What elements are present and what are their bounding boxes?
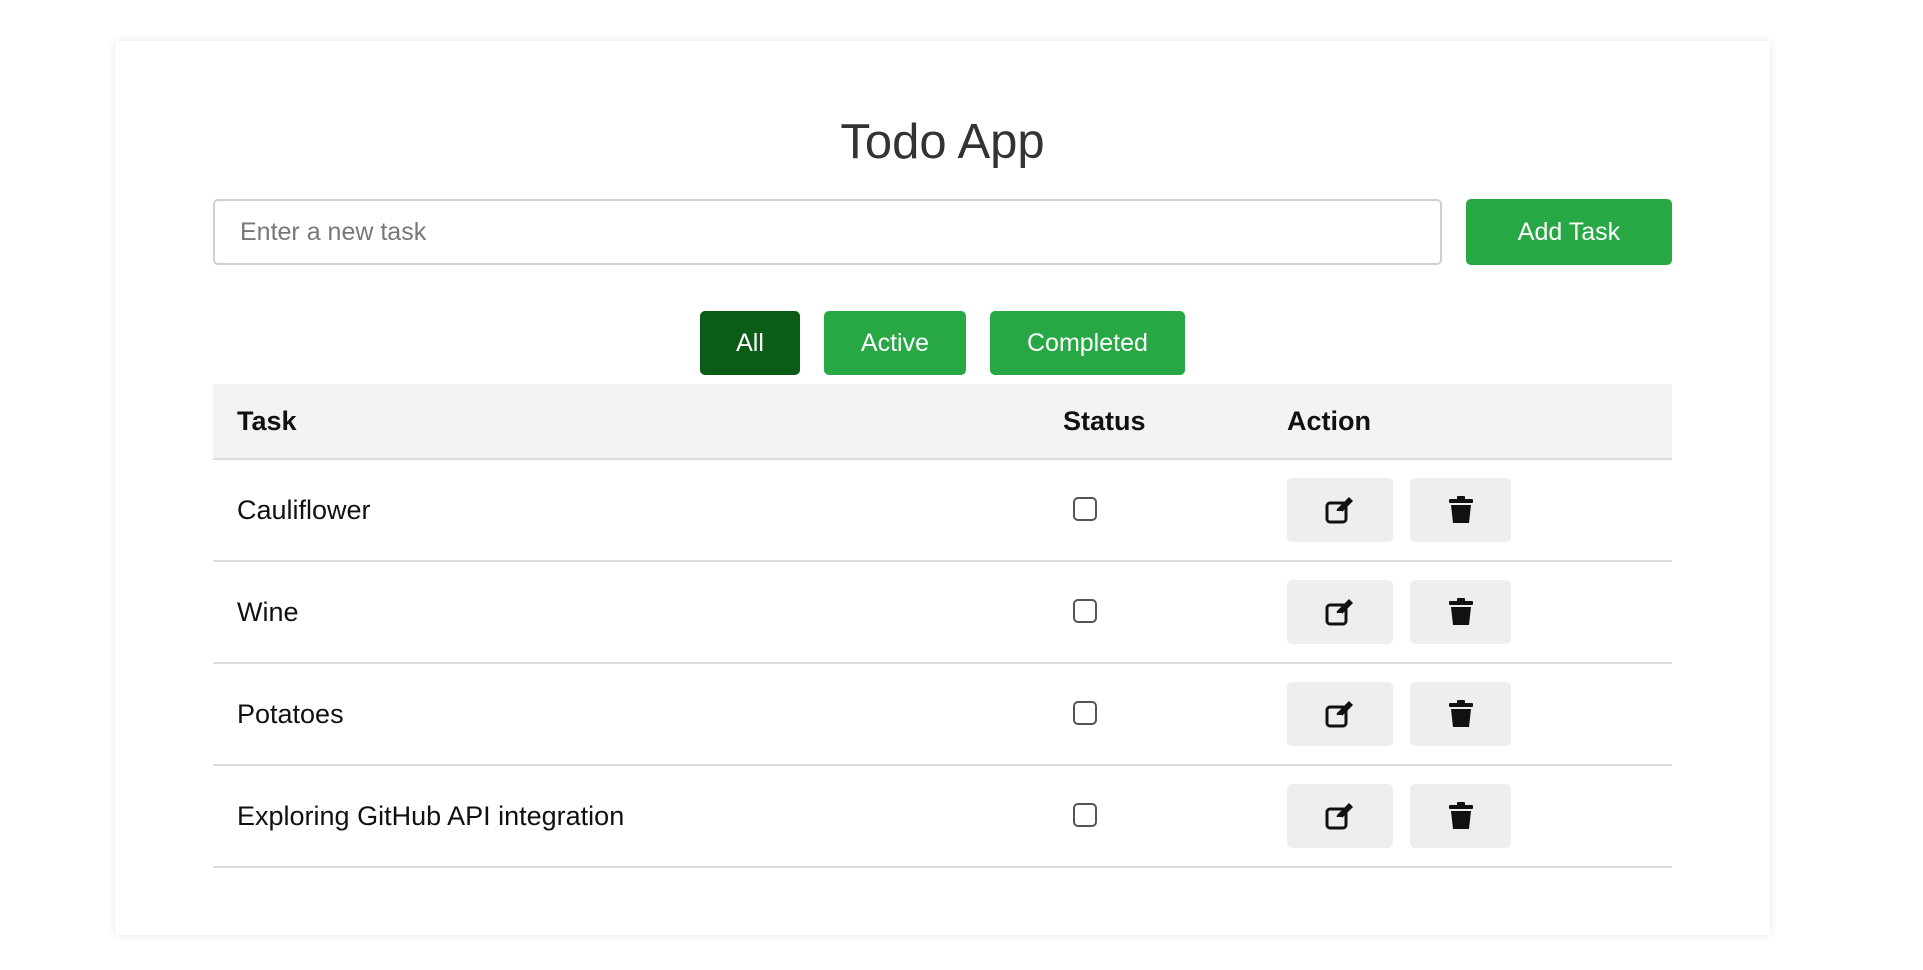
header-action: Action xyxy=(1287,406,1371,436)
delete-task-button[interactable] xyxy=(1410,682,1511,746)
page-title: Todo App xyxy=(840,115,1045,169)
edit-icon xyxy=(1325,496,1355,524)
status-checkbox[interactable] xyxy=(1073,803,1097,827)
delete-task-button[interactable] xyxy=(1410,478,1511,542)
status-checkbox[interactable] xyxy=(1073,497,1097,521)
edit-task-button[interactable] xyxy=(1287,478,1393,542)
edit-icon xyxy=(1325,598,1355,626)
header-task: Task xyxy=(237,406,297,436)
task-name: Exploring GitHub API integration xyxy=(237,801,625,831)
trash-icon xyxy=(1448,802,1473,830)
status-checkbox[interactable] xyxy=(1073,701,1097,725)
todo-card: Todo App Add Task All Active Completed T… xyxy=(115,41,1770,935)
add-task-button[interactable]: Add Task xyxy=(1466,199,1672,265)
table-row: Exploring GitHub API integration xyxy=(213,766,1672,868)
trash-icon xyxy=(1448,496,1473,524)
task-name: Potatoes xyxy=(237,699,344,729)
delete-task-button[interactable] xyxy=(1410,784,1511,848)
delete-task-button[interactable] xyxy=(1410,580,1511,644)
edit-task-button[interactable] xyxy=(1287,784,1393,848)
filter-active-button[interactable]: Active xyxy=(823,311,966,375)
filter-bar: All Active Completed xyxy=(115,311,1770,375)
table-header: Task Status Action xyxy=(213,384,1672,460)
header-status: Status xyxy=(1063,406,1146,436)
edit-task-button[interactable] xyxy=(1287,682,1393,746)
edit-icon xyxy=(1325,700,1355,728)
filter-all-button[interactable]: All xyxy=(700,311,800,375)
trash-icon xyxy=(1448,598,1473,626)
trash-icon xyxy=(1448,700,1473,728)
table-row: Potatoes xyxy=(213,664,1672,766)
edit-icon xyxy=(1325,802,1355,830)
task-table: Task Status Action Cauliflower Wine Pota… xyxy=(213,384,1672,868)
new-task-input[interactable] xyxy=(213,199,1442,265)
task-name: Cauliflower xyxy=(237,495,371,525)
table-row: Cauliflower xyxy=(213,460,1672,562)
edit-task-button[interactable] xyxy=(1287,580,1393,644)
task-name: Wine xyxy=(237,597,299,627)
table-row: Wine xyxy=(213,562,1672,664)
filter-completed-button[interactable]: Completed xyxy=(989,311,1185,375)
status-checkbox[interactable] xyxy=(1073,599,1097,623)
